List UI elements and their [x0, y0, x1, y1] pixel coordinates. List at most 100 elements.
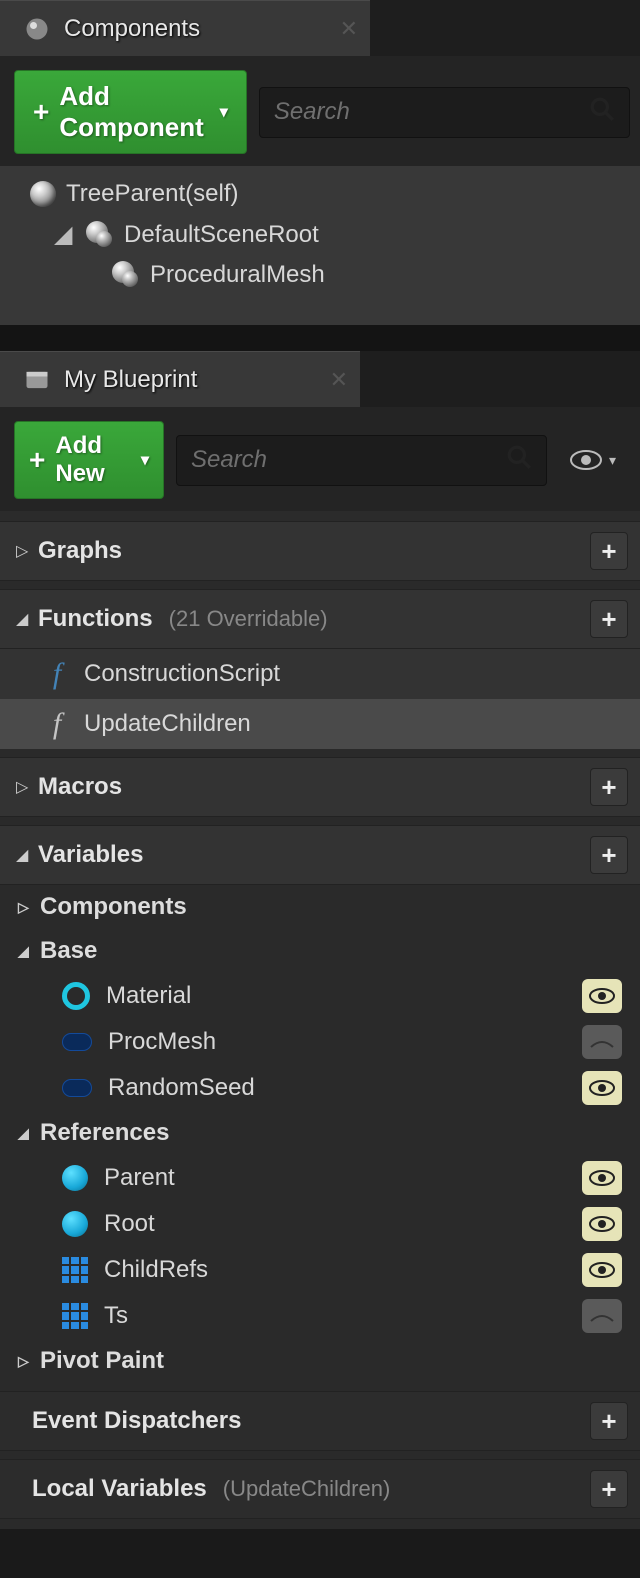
- graphs-title: Graphs: [38, 537, 122, 565]
- tree-procmesh-row[interactable]: ProceduralMesh: [0, 255, 640, 295]
- variable-label: Material: [106, 982, 191, 1010]
- panel-divider: [0, 325, 640, 351]
- expand-icon[interactable]: ◢: [54, 220, 72, 249]
- my-blueprint-panel: My Blueprint ✕ + Add New ▾ ▾ ▷ Graphs +: [0, 351, 640, 1529]
- visibility-toggle[interactable]: [582, 1071, 622, 1105]
- variable-type-icon: [62, 982, 90, 1010]
- components-tab-bar: Components ✕: [0, 0, 640, 56]
- category-label: References: [40, 1119, 169, 1147]
- variable-procmesh[interactable]: ProcMesh: [0, 1019, 640, 1065]
- local-variables-subtitle: (UpdateChildren): [223, 1476, 391, 1502]
- components-search-input[interactable]: [274, 98, 589, 126]
- collapse-icon: ▷: [18, 899, 34, 916]
- caret-down-icon: ▾: [141, 450, 149, 470]
- category-references[interactable]: ◢ References: [0, 1111, 640, 1155]
- function-constructionscript[interactable]: f ConstructionScript: [0, 649, 640, 699]
- function-updatechildren[interactable]: f UpdateChildren: [0, 699, 640, 749]
- local-variables-header[interactable]: Local Variables (UpdateChildren) +: [0, 1459, 640, 1519]
- my-blueprint-tab[interactable]: My Blueprint ✕: [0, 351, 360, 407]
- variable-root[interactable]: Root: [0, 1201, 640, 1247]
- blueprint-tab-icon: [22, 365, 52, 395]
- function-icon: f: [44, 657, 70, 691]
- blueprint-tab-title: My Blueprint: [64, 366, 197, 394]
- view-options-button[interactable]: ▾: [559, 448, 626, 472]
- add-event-dispatcher-button[interactable]: +: [590, 1402, 628, 1440]
- variable-label: Ts: [104, 1302, 128, 1330]
- variable-randomseed[interactable]: RandomSeed: [0, 1065, 640, 1111]
- expand-icon: ◢: [18, 943, 34, 960]
- add-component-button[interactable]: + Add Component ▾: [14, 70, 247, 154]
- graphs-section-header[interactable]: ▷ Graphs +: [0, 521, 640, 581]
- components-search[interactable]: [259, 87, 630, 138]
- add-local-variable-button[interactable]: +: [590, 1470, 628, 1508]
- macros-section-header[interactable]: ▷ Macros +: [0, 757, 640, 817]
- category-base[interactable]: ◢ Base: [0, 929, 640, 973]
- variable-label: RandomSeed: [108, 1074, 255, 1102]
- category-label: Components: [40, 893, 187, 921]
- components-tab-title: Components: [64, 15, 200, 43]
- variable-material[interactable]: Material: [0, 973, 640, 1019]
- add-variable-button[interactable]: +: [590, 836, 628, 874]
- add-function-button[interactable]: +: [590, 600, 628, 638]
- add-new-button[interactable]: + Add New ▾: [14, 421, 164, 499]
- variable-type-icon: [62, 1165, 88, 1191]
- variable-label: ChildRefs: [104, 1256, 208, 1284]
- search-icon: [589, 96, 615, 129]
- array-type-icon: [62, 1303, 88, 1329]
- visibility-toggle[interactable]: [582, 979, 622, 1013]
- variable-label: ProcMesh: [108, 1028, 216, 1056]
- event-dispatchers-header[interactable]: Event Dispatchers +: [0, 1391, 640, 1451]
- collapse-icon: ▷: [16, 541, 32, 561]
- functions-title: Functions: [38, 605, 153, 633]
- close-icon[interactable]: ✕: [330, 367, 348, 393]
- category-label: Pivot Paint: [40, 1347, 164, 1375]
- variable-childrefs[interactable]: ChildRefs: [0, 1247, 640, 1293]
- procmesh-label: ProceduralMesh: [150, 261, 325, 289]
- variable-label: Root: [104, 1210, 155, 1238]
- function-icon: f: [44, 707, 70, 741]
- components-tree: TreeParent(self) ◢ DefaultSceneRoot Proc…: [0, 166, 640, 325]
- visibility-toggle[interactable]: [582, 1161, 622, 1195]
- variable-parent[interactable]: Parent: [0, 1155, 640, 1201]
- blueprint-search[interactable]: [176, 435, 547, 486]
- plus-icon: +: [33, 96, 49, 128]
- function-label: ConstructionScript: [84, 660, 280, 688]
- variables-section-header[interactable]: ◢ Variables +: [0, 825, 640, 885]
- add-graph-button[interactable]: +: [590, 532, 628, 570]
- actor-icon: [30, 181, 56, 207]
- visibility-toggle[interactable]: [582, 1025, 622, 1059]
- collapse-icon: ▷: [16, 777, 32, 797]
- functions-subtitle: (21 Overridable): [169, 606, 328, 632]
- category-pivot-paint[interactable]: ▷ Pivot Paint: [0, 1339, 640, 1383]
- visibility-toggle[interactable]: [582, 1253, 622, 1287]
- blueprint-body: ▷ Graphs + ◢ Functions (21 Overridable) …: [0, 521, 640, 1529]
- caret-down-icon: ▾: [220, 102, 228, 122]
- category-label: Base: [40, 937, 97, 965]
- variable-ts[interactable]: Ts: [0, 1293, 640, 1339]
- expand-icon: ◢: [16, 609, 32, 629]
- event-dispatchers-title: Event Dispatchers: [32, 1407, 241, 1435]
- category-components[interactable]: ▷ Components: [0, 885, 640, 929]
- add-new-label: Add New: [55, 432, 125, 488]
- components-tab-icon: [22, 14, 52, 44]
- expand-icon: ◢: [18, 1125, 34, 1142]
- tree-scene-root-row[interactable]: ◢ DefaultSceneRoot: [0, 214, 640, 255]
- caret-down-icon: ▾: [609, 452, 616, 469]
- plus-icon: +: [29, 444, 45, 476]
- close-icon[interactable]: ✕: [340, 16, 358, 42]
- visibility-toggle[interactable]: [582, 1299, 622, 1333]
- search-icon: [506, 444, 532, 477]
- components-panel: Components ✕ + Add Component ▾ TreeParen…: [0, 0, 640, 325]
- scene-component-icon: [108, 261, 140, 289]
- variables-title: Variables: [38, 841, 143, 869]
- collapse-icon: ▷: [18, 1353, 34, 1370]
- components-toolbar: + Add Component ▾: [0, 56, 640, 166]
- macros-title: Macros: [38, 773, 122, 801]
- add-macro-button[interactable]: +: [590, 768, 628, 806]
- functions-section-header[interactable]: ◢ Functions (21 Overridable) +: [0, 589, 640, 649]
- visibility-toggle[interactable]: [582, 1207, 622, 1241]
- add-component-label: Add Component: [59, 81, 203, 143]
- blueprint-search-input[interactable]: [191, 446, 506, 474]
- tree-root-row[interactable]: TreeParent(self): [0, 174, 640, 214]
- components-tab[interactable]: Components ✕: [0, 0, 370, 56]
